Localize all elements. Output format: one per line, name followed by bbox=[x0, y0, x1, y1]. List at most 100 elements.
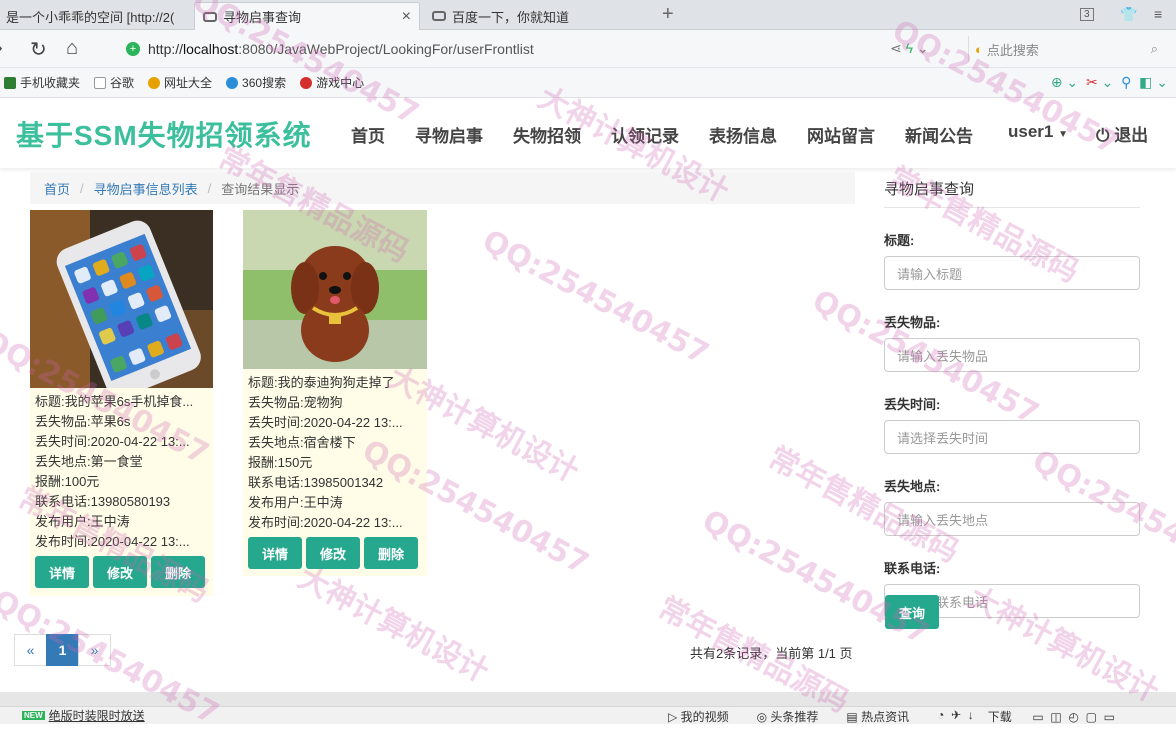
home-icon[interactable]: ⌂ bbox=[66, 37, 78, 60]
prev-page-button[interactable]: « bbox=[14, 634, 47, 666]
phone-icon bbox=[4, 76, 16, 89]
nav-claim-records[interactable]: 认领记录 bbox=[611, 122, 679, 147]
search-engine-icon bbox=[226, 76, 239, 89]
card-phone: 联系电话:13985001342 bbox=[248, 475, 384, 490]
card-details: 标题:我的苹果6s手机掉食... 丢失物品:苹果6s 丢失时间:2020-04-… bbox=[30, 388, 213, 552]
username: user1 bbox=[1008, 122, 1054, 141]
user-menu[interactable]: user1 ▼ bbox=[1008, 122, 1068, 142]
nav-messages[interactable]: 网站留言 bbox=[807, 122, 875, 147]
menu-icon[interactable]: ≡ bbox=[1154, 6, 1162, 22]
status-download[interactable]: 下载 ▭ ◫ ◴ ▢ ▭ bbox=[988, 708, 1115, 725]
card-actions: 详情 修改 删除 bbox=[243, 533, 427, 569]
card-lost-place: 丢失地点:第一食堂 bbox=[35, 454, 143, 469]
tab-count-badge[interactable]: 3 bbox=[1080, 8, 1094, 21]
main-nav: 首页 寻物启事 失物招领 认领记录 表扬信息 网站留言 新闻公告 bbox=[336, 122, 988, 147]
site-footer bbox=[0, 692, 1176, 706]
logout-button[interactable]: ⏻ 退出 bbox=[1096, 121, 1148, 146]
search-icon[interactable]: ⌕ bbox=[1151, 41, 1158, 57]
breadcrumb-home[interactable]: 首页 bbox=[44, 179, 70, 198]
url-protocol: http:// bbox=[148, 41, 184, 57]
title-input[interactable]: 请输入标题 bbox=[884, 256, 1140, 290]
card-lost-place: 丢失地点:宿舍楼下 bbox=[248, 435, 356, 450]
status-promo-link[interactable]: 绝版时装限时放送 bbox=[49, 707, 145, 724]
status-video[interactable]: ▷ 我的视频 bbox=[668, 708, 743, 725]
share-icon[interactable]: ⋖ ϟ ⌄ bbox=[890, 40, 929, 57]
delete-button[interactable]: 删除 bbox=[364, 537, 418, 569]
bookmark-item[interactable]: 网址大全 bbox=[148, 74, 212, 91]
bookmark-item[interactable]: 游戏中心 bbox=[300, 74, 364, 91]
card-lost-item: 丢失物品:宠物狗 bbox=[248, 395, 343, 410]
card-publish-time: 发布时间:2020-04-22 13:... bbox=[248, 515, 403, 530]
browser-tab-2[interactable]: 寻物启事查询 × bbox=[194, 2, 420, 30]
search-box[interactable]: ◐ 点此搜索 ⌕ bbox=[968, 36, 1168, 62]
bookmarks-bar: 手机收藏夹 谷歌 网址大全 360搜索 游戏中心 ⊕ ⌄ ✂ ⌄ ⚲ ◧ ⌄ bbox=[0, 68, 1176, 98]
shirt-icon[interactable]: 👕 bbox=[1120, 6, 1137, 23]
card-lost-time: 丢失时间:2020-04-22 13:... bbox=[35, 434, 190, 449]
close-icon[interactable]: × bbox=[402, 8, 411, 26]
field-label-lost-place: 丢失地点: bbox=[884, 479, 941, 494]
tab-title: 是一个小乖乖的空间 [http://2( bbox=[6, 9, 175, 25]
edit-button[interactable]: 修改 bbox=[93, 556, 147, 588]
status-label: 头条推荐 bbox=[770, 710, 819, 724]
field-label-phone: 联系电话: bbox=[884, 561, 941, 576]
edit-button[interactable]: 修改 bbox=[306, 537, 360, 569]
search-engine-icon[interactable]: ◐ bbox=[975, 42, 983, 57]
lost-time-input[interactable]: 请选择丢失时间 bbox=[884, 420, 1140, 454]
field-label-lost-time: 丢失时间: bbox=[884, 397, 941, 412]
browser-status-bar: NEW 绝版时装限时放送 ▷ 我的视频 ◎ 头条推荐 ▤ 热点资讯 ◔ ✈ ↓ … bbox=[0, 706, 1176, 724]
nav-home[interactable]: 首页 bbox=[351, 122, 385, 147]
phone-photo[interactable] bbox=[30, 210, 213, 388]
search-placeholder: 点此搜索 bbox=[986, 42, 1039, 58]
bookmark-label: 游戏中心 bbox=[316, 76, 365, 90]
page-icon bbox=[432, 11, 446, 21]
status-right-items: ▷ 我的视频 ◎ 头条推荐 ▤ 热点资讯 ◔ ✈ ↓ 下载 ▭ ◫ ◴ ▢ ▭ bbox=[668, 708, 1129, 725]
detail-button[interactable]: 详情 bbox=[248, 537, 302, 569]
dog-photo[interactable] bbox=[243, 210, 427, 369]
watermark: QQ:254540457 bbox=[476, 223, 715, 372]
delete-button[interactable]: 删除 bbox=[151, 556, 205, 588]
status-label: 我的视频 bbox=[680, 710, 729, 724]
url-field[interactable]: + http://localhost:8080/JavaWebProject/L… bbox=[126, 36, 956, 62]
bookmark-label: 360搜索 bbox=[242, 76, 287, 90]
card-publisher: 发布用户:王中涛 bbox=[35, 514, 130, 529]
page-1-button[interactable]: 1 bbox=[46, 634, 79, 666]
nav-news[interactable]: 新闻公告 bbox=[905, 122, 973, 147]
status-headline[interactable]: ◎ 头条推荐 bbox=[757, 708, 833, 725]
bookmark-label: 网址大全 bbox=[164, 76, 213, 90]
caret-down-icon: ▼ bbox=[1058, 129, 1069, 140]
bookmark-item[interactable]: 谷歌 bbox=[94, 74, 134, 91]
breadcrumb-list[interactable]: 寻物启事信息列表 bbox=[94, 179, 198, 198]
status-news[interactable]: ▤ 热点资讯 bbox=[846, 708, 923, 725]
page-icon bbox=[203, 11, 217, 22]
next-page-button[interactable]: » bbox=[78, 634, 111, 666]
nav-lost-notice[interactable]: 寻物启事 bbox=[415, 122, 483, 147]
detail-button[interactable]: 详情 bbox=[35, 556, 89, 588]
browser-tab-1[interactable]: 是一个小乖乖的空间 [http://2( bbox=[0, 2, 190, 30]
record-summary: 共有2条记录，当前第 1/1 页 bbox=[690, 646, 853, 661]
breadcrumb-separator: / bbox=[80, 180, 84, 196]
bookmark-label: 手机收藏夹 bbox=[20, 76, 81, 90]
back-icon[interactable]: › bbox=[0, 37, 3, 60]
star-icon bbox=[148, 76, 161, 89]
address-bar: › ↻ ⌂ + http://localhost:8080/JavaWebPro… bbox=[0, 30, 1176, 68]
status-label: 下载 bbox=[987, 710, 1012, 724]
nav-praise[interactable]: 表扬信息 bbox=[709, 122, 777, 147]
browser-tab-3[interactable]: 百度一下，你就知道 bbox=[424, 2, 654, 30]
bookmark-item[interactable]: 手机收藏夹 bbox=[4, 74, 80, 91]
lost-item-input[interactable]: 请输入丢失物品 bbox=[884, 338, 1140, 372]
lost-item-card: 标题:我的泰迪狗狗走掉了 丢失物品:宠物狗 丢失时间:2020-04-22 13… bbox=[243, 210, 427, 576]
lost-place-input[interactable]: 请输入丢失地点 bbox=[884, 502, 1140, 536]
extensions-icons[interactable]: ⊕ ⌄ ✂ ⌄ ⚲ ◧ ⌄ bbox=[1051, 74, 1168, 91]
nav-found-items[interactable]: 失物招领 bbox=[513, 122, 581, 147]
reload-icon[interactable]: ↻ bbox=[30, 37, 47, 62]
bookmark-item[interactable]: 360搜索 bbox=[226, 74, 286, 91]
lightning-icon[interactable]: ϟ bbox=[906, 40, 913, 56]
status-icons[interactable]: ◔ ✈ ↓ bbox=[937, 708, 974, 725]
new-tab-button[interactable]: + bbox=[662, 3, 674, 26]
card-publisher: 发布用户:王中涛 bbox=[248, 495, 343, 510]
query-button[interactable]: 查询 bbox=[885, 595, 939, 629]
browser-tab-bar: 是一个小乖乖的空间 [http://2( 寻物启事查询 × 百度一下，你就知道 … bbox=[0, 0, 1176, 30]
card-actions: 详情 修改 删除 bbox=[30, 552, 213, 588]
field-label-title: 标题: bbox=[884, 233, 915, 248]
site-brand[interactable]: 基于SSM失物招领系统 bbox=[16, 114, 312, 154]
